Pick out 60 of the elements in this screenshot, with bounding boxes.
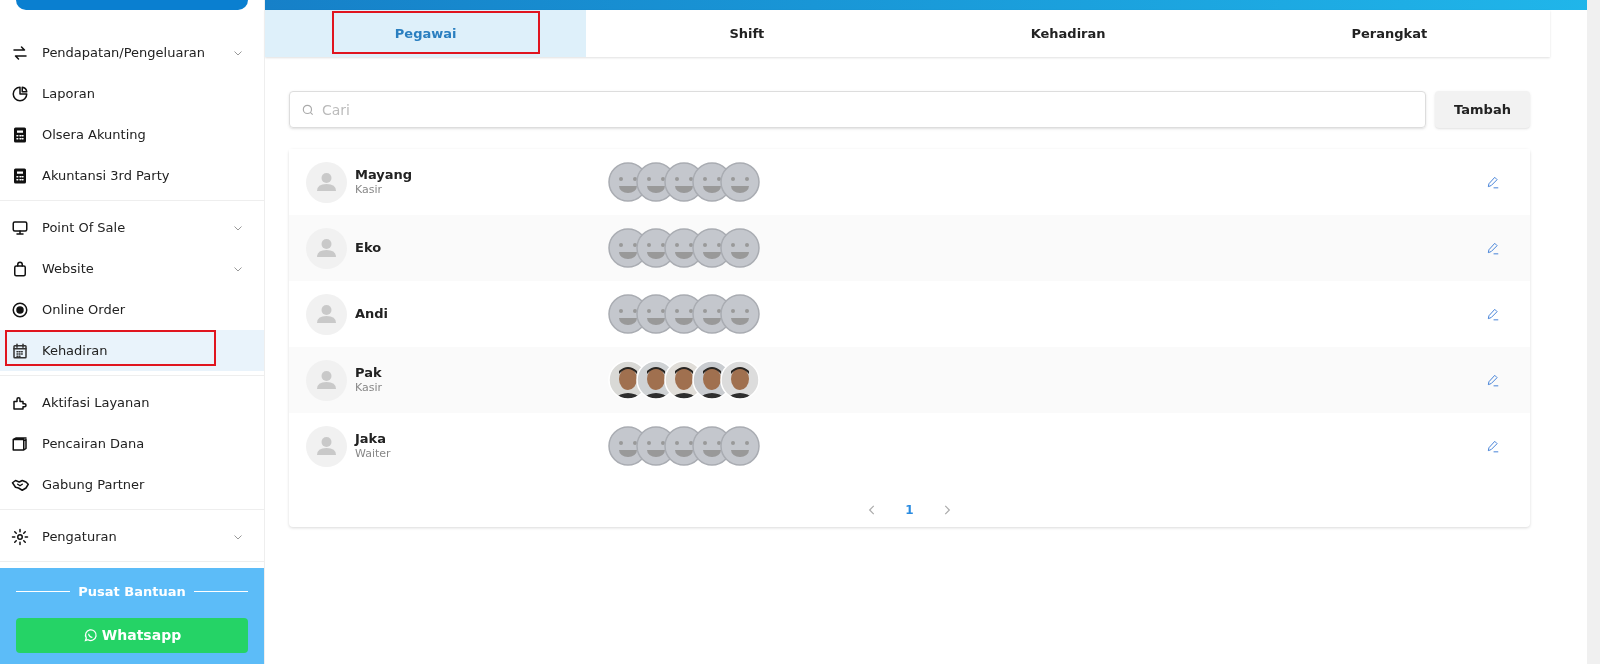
smiley-avatar-icon: [720, 294, 760, 334]
user-avatar-icon: [306, 359, 347, 401]
employee-row[interactable]: Mayang Kasir: [289, 149, 1530, 215]
smiley-avatar-icon: [720, 228, 760, 268]
sidebar-item[interactable]: Aktifasi Layanan: [0, 382, 264, 423]
whatsapp-icon: [82, 627, 98, 643]
monitor-icon: [11, 218, 29, 237]
tab[interactable]: Shift: [586, 10, 908, 57]
wallet-icon: [11, 434, 29, 453]
search-field[interactable]: Cari: [289, 91, 1426, 128]
employee-name: Andi: [355, 305, 390, 323]
sidebar-item[interactable]: Akuntansi 3rd Party: [0, 155, 264, 196]
user-avatar-icon: [306, 425, 347, 467]
sidebar-item[interactable]: Olsera Akunting: [0, 114, 264, 155]
calculator-icon: [11, 166, 29, 185]
sidebar-item[interactable]: Website: [0, 248, 264, 289]
employee-row[interactable]: Pak Kasir: [289, 347, 1530, 413]
page-number[interactable]: 1: [901, 501, 918, 519]
employee-row[interactable]: Andi: [289, 281, 1530, 347]
calculator-icon: [11, 125, 29, 144]
shopping-bag-icon: [11, 259, 29, 278]
help-title: Pusat Bantuan: [78, 583, 186, 601]
sidebar-top-button[interactable]: [16, 0, 248, 10]
sidebar-item[interactable]: Online Order: [0, 289, 264, 330]
pie-chart-icon: [11, 84, 29, 103]
user-avatar-icon: [306, 227, 347, 269]
smiley-avatar-icon: [720, 162, 760, 202]
pencil-icon: [1486, 241, 1500, 255]
pencil-icon: [1486, 439, 1500, 453]
employee-row[interactable]: Eko: [289, 215, 1530, 281]
employee-name: Mayang: [355, 167, 414, 184]
sidebar-item[interactable]: Gabung Partner: [0, 464, 264, 505]
employee-role: Kasir: [355, 183, 384, 197]
sidebar-item[interactable]: Laporan: [0, 73, 264, 114]
smiley-avatar-icon: [720, 426, 760, 466]
sidebar-item[interactable]: Pencairan Dana: [0, 423, 264, 464]
sidebar-item[interactable]: Point Of Sale: [0, 207, 264, 248]
sidebar-item[interactable]: Kehadiran: [0, 330, 264, 371]
tab[interactable]: Pegawai: [265, 10, 587, 57]
employee-name: Jaka: [355, 431, 388, 448]
radio-dot-icon: [11, 300, 29, 319]
employee-role: Waiter: [355, 447, 392, 461]
employee-name: Pak: [355, 365, 383, 382]
swap-arrows-icon: [11, 43, 29, 62]
search-icon: [301, 103, 315, 117]
sidebar-item[interactable]: Pendapatan/Pengeluaran: [0, 32, 264, 73]
pencil-icon: [1486, 307, 1500, 321]
sidebar-item[interactable]: Pengaturan: [0, 516, 264, 557]
employee-name: Eko: [355, 239, 383, 257]
tab[interactable]: Kehadiran: [907, 10, 1229, 57]
user-avatar-icon: [306, 293, 347, 335]
add-button[interactable]: Tambah: [1435, 91, 1530, 128]
pencil-icon: [1486, 373, 1500, 387]
calendar-icon: [11, 341, 29, 360]
user-avatar-icon: [306, 161, 347, 203]
employee-row[interactable]: Jaka Waiter: [289, 413, 1530, 479]
tab[interactable]: Perangkat: [1228, 10, 1550, 57]
pencil-icon: [1486, 175, 1500, 189]
gear-icon: [11, 527, 29, 546]
employee-role: Kasir: [355, 381, 384, 395]
